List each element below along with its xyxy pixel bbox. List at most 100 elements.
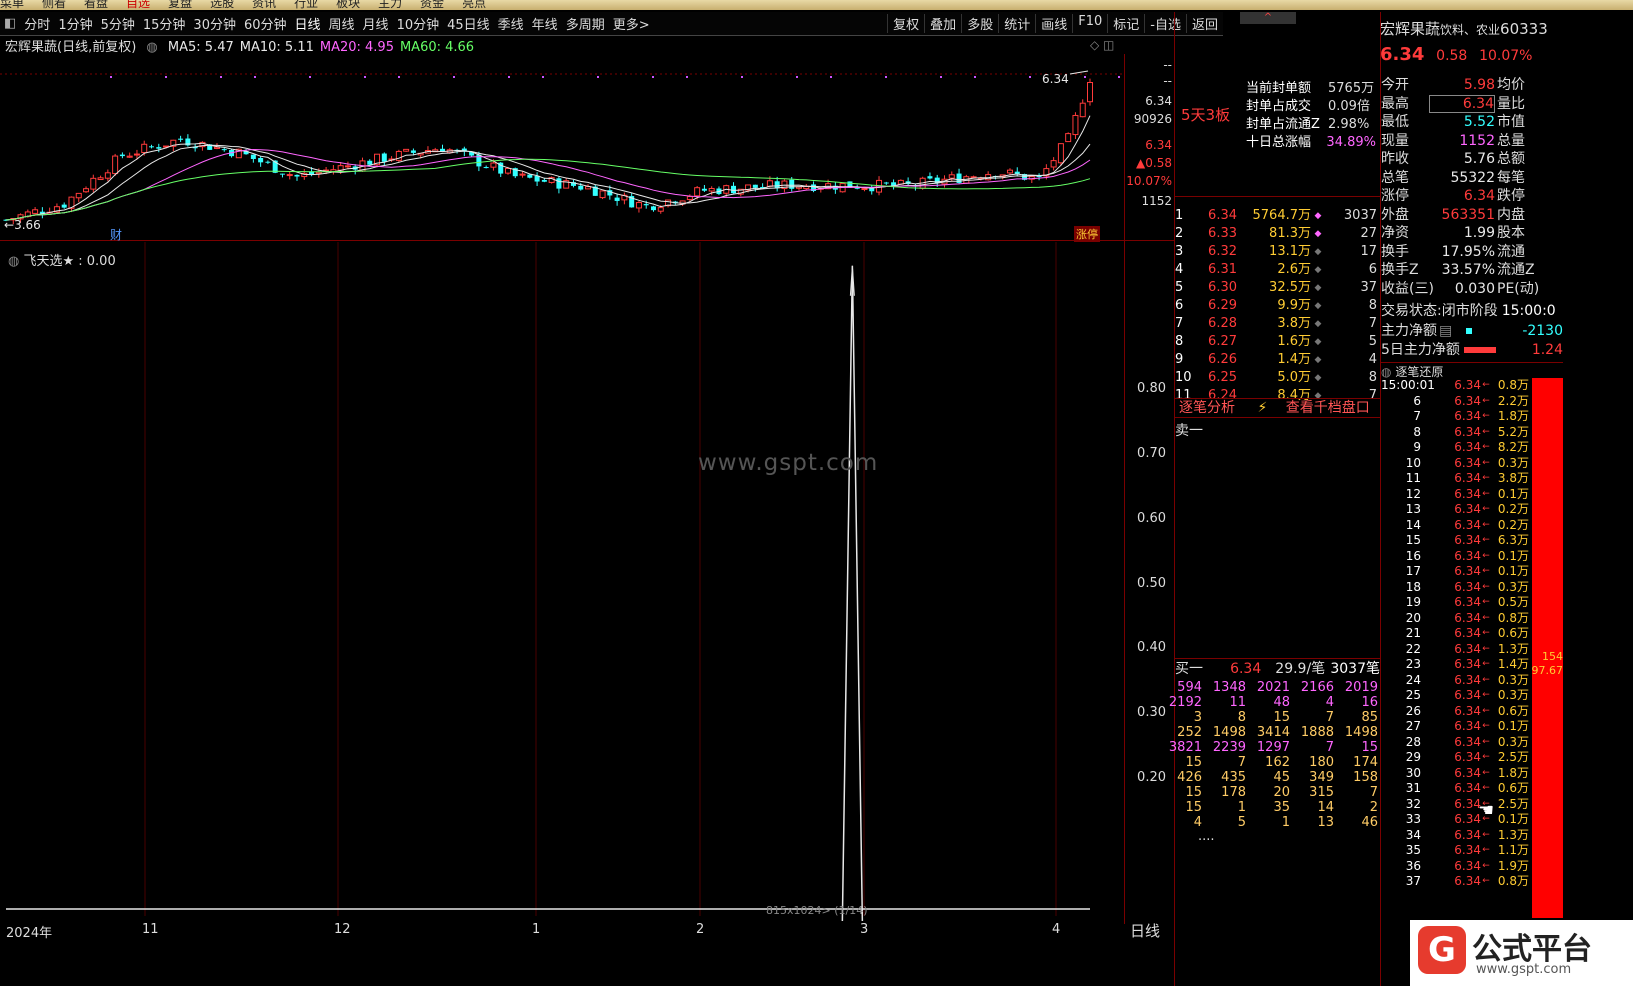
menu-item[interactable]: 行业 [294,0,318,9]
tick-row: 23 6.34 ← 1.4万 [1405,657,1529,671]
toolbar-button[interactable]: 返回 [1185,14,1223,33]
order-row[interactable]: 9 6.26 1.4万 ◆ 4 [1175,351,1380,369]
chevron-down-icon[interactable]: ◍ [1381,365,1391,379]
candle-body [527,174,533,178]
order-row[interactable]: 5 6.30 32.5万 ◆ 37 [1175,279,1380,297]
tick-row: 37 6.34 ← 0.8万 [1405,874,1529,888]
site-logo: G 公式平台 www.gspt.com [1410,920,1633,986]
menu-item[interactable]: 选股 [210,0,234,9]
buy-arrow-icon: ← [1482,519,1490,530]
menu-item[interactable]: 亮点 [462,0,486,9]
high-price-label: 6.34 [1042,72,1069,86]
collapse-icon[interactable]: ^ [1240,12,1296,24]
date-axis: 2024年 11 12 1 2 3 4 [0,922,1125,941]
period-tab[interactable]: 5分钟 [97,14,139,33]
toolbar-button[interactable]: -自选 [1144,14,1186,33]
tick-row: 17 6.34 ← 0.1万 [1405,564,1529,578]
candle-body [1057,143,1064,164]
buy-arrow-icon: ← [1482,535,1490,545]
period-tab[interactable]: 15分钟 [139,14,190,33]
period-tab[interactable]: 季线 [494,14,528,33]
event-marker [1118,76,1120,78]
indicator-settings-icon[interactable]: ◍ [8,254,19,269]
panel-toggle-icon[interactable]: ◧ [0,16,20,31]
toolbar-button[interactable]: F10 [1072,14,1107,33]
ma-settings-icon[interactable]: ◍ [146,40,157,55]
toolbar-button[interactable]: 叠加 [924,14,961,33]
tick-row: 16 6.34 ← 0.1万 [1405,548,1529,563]
candle-body [541,179,547,182]
tick-restore-header[interactable]: ◍ 逐笔还原 [1381,362,1563,379]
candle-body [578,185,584,190]
period-tab[interactable]: 年线 [528,14,562,33]
period-tab[interactable]: 月线 [359,14,393,33]
period-label[interactable]: 日线 [1130,920,1160,941]
menu-item[interactable]: 主力 [378,0,402,9]
event-marker [940,76,942,78]
event-marker [542,76,544,78]
table-icon[interactable]: ▤ [1439,322,1452,340]
finance-marker[interactable]: 财 [110,226,122,243]
axis-separator [1124,54,1125,924]
order-row[interactable]: 6 6.29 9.9万 ◆ 8 [1175,297,1380,315]
buy-separator [1175,658,1380,659]
pane-separator [0,240,1175,241]
tick-row: 18 6.34 ← 0.3万 [1405,579,1529,594]
view-depth-link[interactable]: 查看千档盘口 [1286,400,1370,416]
menu-item[interactable]: 看盘 [84,0,108,9]
menu-item[interactable]: 菜单 [0,0,24,9]
candle-body [599,190,606,199]
toolbar-button[interactable]: 多股 [961,14,998,33]
order-row[interactable]: 2 6.33 81.3万 ◆ 27 [1175,225,1380,243]
period-tab[interactable]: 1分钟 [54,14,96,33]
menu-item[interactable]: 板块 [336,0,360,9]
tick-analysis-link[interactable]: 逐笔分析 [1179,400,1235,416]
order-row[interactable]: 8 6.27 1.6万 ◆ 5 [1175,333,1380,351]
order-row[interactable]: 7 6.28 3.8万 ◆ 7 [1175,315,1380,333]
order-row[interactable]: 4 6.31 2.6万 ◆ 6 [1175,261,1380,279]
buy-arrow-icon: ← [1482,457,1490,468]
kline-chart[interactable] [0,54,1175,924]
buy-detail-row: 594 1348 2021 2166 2019 [1177,680,1378,695]
tick-row: 6 6.34 ← 2.2万 [1413,393,1529,408]
candle-body [869,188,875,192]
period-tab[interactable]: 更多> [609,14,654,33]
period-tab[interactable]: 周线 [325,14,359,33]
event-marker [652,76,654,78]
event-marker [110,76,112,78]
period-tab[interactable]: 10分钟 [393,14,444,33]
ma-legend: MA5: 5.47 MA10: 5.11 MA20: 4.95 MA60: 4.66 [168,40,480,55]
toolbar-button[interactable]: 标记 [1107,14,1144,33]
trade-status: 交易状态: 闭市阶段 15:00:0 [1381,303,1556,319]
axis-value: 6.34 [1145,138,1172,152]
candle-body [927,176,933,179]
seal-info: 当前封单额 5765万 封单占成交 0.09倍 封单占流通Z 2.98% 十日总涨幅 34.8… [1246,80,1376,152]
order-row[interactable]: 10 6.25 5.0万 ◆ 8 [1175,369,1380,387]
period-tab[interactable]: 日线 [291,14,325,33]
ma-label: MA60: 4.66 [399,40,475,55]
menu-item[interactable]: 复盘 [168,0,192,9]
limit-up-badge[interactable]: 涨停 [1074,226,1100,242]
candle-body [61,204,67,208]
toolbar-button[interactable]: 统计 [998,14,1035,33]
period-tab[interactable]: 多周期 [562,14,609,33]
seal-separator [1175,196,1381,197]
toolbar-button[interactable]: 画线 [1035,14,1072,33]
period-tab[interactable]: 45日线 [443,14,494,33]
order-row[interactable]: 1 6.34 5764.7万 ◆ 3037 [1175,207,1380,225]
menu-item[interactable]: 资讯 [252,0,276,9]
period-tab[interactable]: 分时 [20,14,54,33]
toolbar-button[interactable]: 复权 [887,14,924,33]
menu-item[interactable]: 自选 [126,0,150,9]
stock-name: 宏辉果蔬 [1380,20,1441,38]
period-tab[interactable]: 30分钟 [189,14,240,33]
date-tick: 3 [860,922,869,937]
menu-item[interactable]: 资金 [420,0,444,9]
order-row[interactable]: 3 6.32 13.1万 ◆ 17 [1175,243,1380,261]
volume-bar-value: 154 [1542,650,1563,663]
chart-corner-icons[interactable]: ◇ ◫ [1090,38,1114,52]
period-tab[interactable]: 60分钟 [240,14,291,33]
menu-item[interactable]: 侧看 [42,0,66,9]
ma-line-60 [5,158,1091,221]
candle-body [490,162,497,168]
